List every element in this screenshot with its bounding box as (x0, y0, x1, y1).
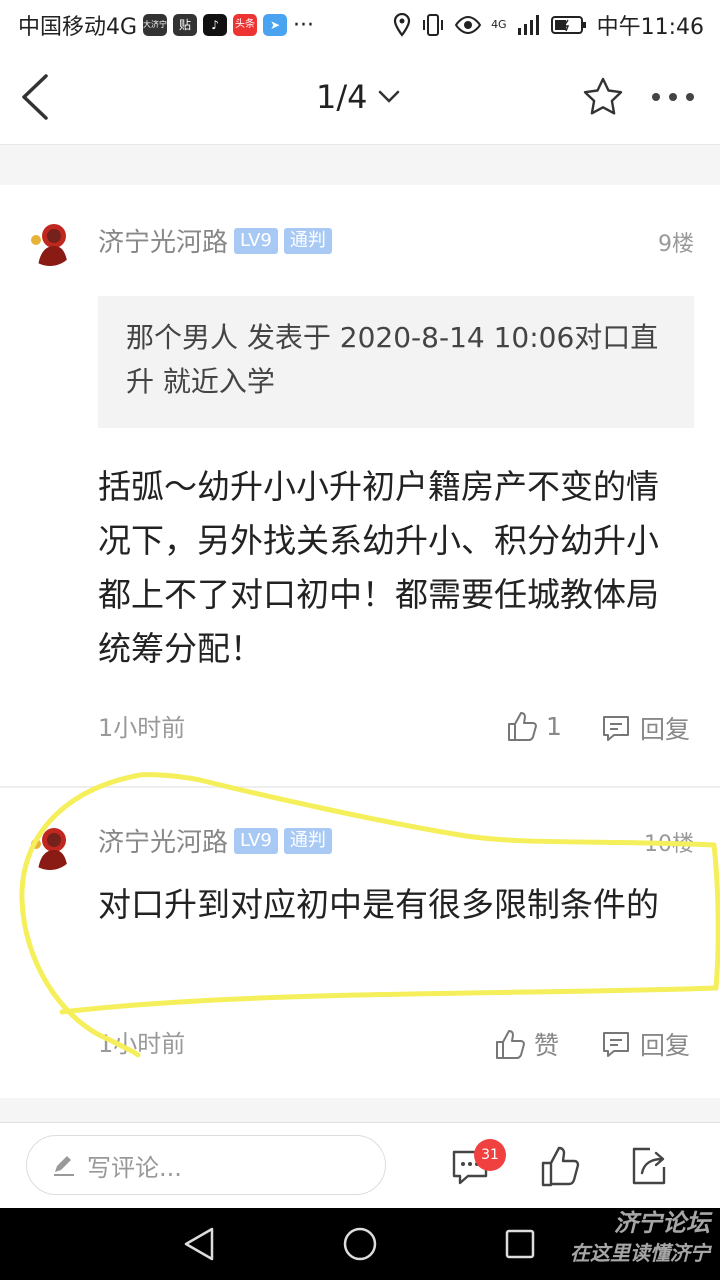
favorite-button[interactable] (582, 76, 624, 120)
more-options-button[interactable] (650, 88, 696, 107)
reply-button[interactable]: 回复 (600, 710, 690, 746)
thumbs-up-icon (496, 1030, 525, 1059)
toutiao-icon: 头条 (233, 14, 258, 36)
like-post-button[interactable] (540, 1145, 580, 1191)
username[interactable]: 济宁光河路 (98, 222, 228, 259)
paper-plane-icon: ➤ (263, 14, 288, 36)
floor-number: 10楼 (644, 832, 694, 857)
post-divider (0, 786, 720, 788)
bottom-action-bar: 写评论... 31 (0, 1122, 720, 1211)
more-icon (652, 93, 694, 101)
tieba-icon: 贴 (173, 14, 198, 36)
location-icon (393, 13, 411, 37)
comment-input[interactable]: 写评论... (26, 1135, 386, 1195)
comment-count-badge: 31 (474, 1139, 506, 1171)
square-recents-icon (505, 1229, 535, 1259)
star-icon (583, 77, 623, 115)
thumbs-up-icon (541, 1146, 580, 1187)
section-divider (0, 145, 720, 185)
avatar[interactable] (24, 818, 76, 870)
vibrate-icon (423, 14, 444, 36)
like-button[interactable]: 赞 (494, 1026, 559, 1062)
title-badge: 通判 (283, 827, 332, 854)
chevron-left-icon (22, 74, 48, 120)
tiktok-icon: ♪ (203, 14, 228, 36)
like-count: 1 (546, 711, 562, 741)
carrier-label: 中国移动4G (18, 15, 138, 40)
status-bar: 中国移动4G 大济宁 贴 ♪ 头条 ➤ ··· 4G 中午11:46 (0, 0, 720, 50)
chevron-down-icon (378, 90, 399, 103)
clock: 中午11:46 (596, 15, 704, 40)
reply-button[interactable]: 回复 (600, 1026, 690, 1062)
level-badge: LV9 (234, 827, 278, 854)
reply-label: 回复 (640, 1031, 691, 1060)
forum-watermark: 济宁论坛 在这里读懂济宁 (570, 1208, 710, 1268)
avatar-image-icon (24, 214, 76, 266)
system-home-button[interactable] (342, 1226, 378, 1266)
system-recents-button[interactable] (504, 1228, 536, 1264)
eye-icon (455, 15, 482, 35)
battery-icon (550, 16, 586, 34)
floor-number: 9楼 (658, 232, 694, 257)
comment-placeholder: 写评论... (87, 1153, 182, 1182)
pencil-icon (54, 1156, 74, 1176)
back-button[interactable] (20, 72, 60, 122)
username[interactable]: 济宁光河路 (98, 822, 228, 859)
circle-home-icon (343, 1227, 377, 1261)
page-indicator: 1/4 (316, 78, 368, 116)
level-badge: LV9 (234, 227, 278, 254)
page-selector[interactable]: 1/4 (316, 78, 400, 116)
post-time: 1小时前 (98, 714, 186, 742)
post-content: 对口升到对应初中是有很多限制条件的 (98, 885, 659, 924)
comment-icon (603, 1032, 629, 1057)
thumbs-up-icon (508, 712, 537, 741)
watermark-slogan: 在这里读懂济宁 (570, 1241, 710, 1265)
triangle-back-icon (184, 1227, 214, 1261)
comment-icon (603, 716, 629, 741)
like-label: 赞 (534, 1031, 560, 1060)
share-icon (632, 1147, 666, 1185)
quoted-reply[interactable]: 那个男人 发表于 2020-8-14 10:06对口直升 就近入学 (98, 296, 694, 428)
share-button[interactable] (628, 1145, 668, 1191)
signal-icon (517, 15, 539, 35)
post-time: 1小时前 (98, 1030, 186, 1058)
network-type: 4G (491, 18, 507, 31)
reply-label: 回复 (640, 715, 691, 744)
watermark-title: 济宁论坛 (614, 1209, 710, 1237)
avatar[interactable] (24, 214, 76, 266)
post-content: 括弧～幼升小小升初户籍房产不变的情况下，另外找关系幼升小、积分幼升小都上不了对口… (98, 467, 659, 668)
title-badge: 通判 (283, 227, 332, 254)
system-back-button[interactable] (182, 1226, 216, 1266)
section-divider (0, 1098, 720, 1122)
top-nav-bar: 1/4 (0, 50, 720, 145)
more-notifications-icon: ··· (293, 12, 315, 38)
app-badge-icon: 大济宁 (143, 14, 168, 36)
like-button[interactable]: 1 (506, 710, 562, 742)
avatar-image-icon (24, 818, 76, 870)
